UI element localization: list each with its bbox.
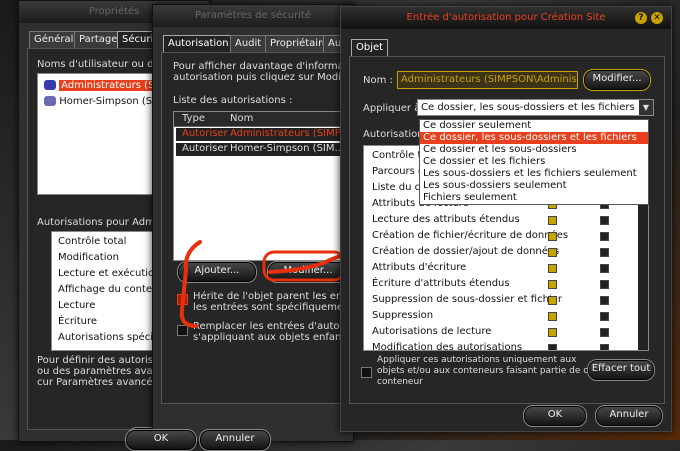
modify-name-button[interactable]: Modifier... [583,69,651,91]
perm-allow-checkbox[interactable] [548,232,557,241]
perm-row: Modification des autorisations [372,342,523,351]
perm-deny-checkbox[interactable] [600,296,609,305]
perm-deny-checkbox[interactable] [600,280,609,289]
perm-allow-checkbox[interactable] [548,344,557,350]
help-button[interactable]: ? [635,12,647,24]
perm-deny-checkbox[interactable] [600,344,609,350]
apply-to-option[interactable]: Ce dossier et les sous-dossiers [420,144,648,156]
perm-deny-checkbox[interactable] [600,328,609,337]
security-settings-window: Paramètres de sécurité Autorisation Audi… [125,4,392,451]
perm-row: Création de fichier/écriture de données [372,230,569,241]
apply-to-option[interactable]: Ce dossier seulement [420,120,648,132]
perm-row: Autorisations de lecture [372,326,492,337]
security-titlebar: Paramètres de sécurité [153,5,353,27]
perm-allow-checkbox[interactable] [548,296,557,305]
acl-row[interactable]: Autoriser Homer-Simpson (SIM... [176,143,352,156]
tab-audit[interactable]: Audit [230,35,267,52]
perm-allow-checkbox[interactable] [548,312,557,321]
properties-title: Propriétés [88,6,140,17]
name-label: Nom : [363,75,393,86]
perm-deny-checkbox[interactable] [600,216,609,225]
apply-to-option[interactable]: Les sous-dossiers et les fichiers seulem… [420,168,648,180]
apply-to-option[interactable]: Les sous-dossiers seulement [420,180,648,192]
dialog-title: Entrée d'autorisation pour Création Site [406,12,606,23]
acl-type: Autoriser [182,143,228,154]
dialog-titlebar: Entrée d'autorisation pour Création Site [341,7,671,29]
chevron-down-icon[interactable]: ▼ [639,100,653,115]
apply-only-checkbox[interactable] [361,367,372,378]
acl-name: Administrateurs (SIMP... [230,128,349,139]
apply-to-option[interactable]: Fichiers seulement [420,192,648,204]
apply-to-select[interactable]: Ce dossier, les sous-dossiers et les fic… [417,99,654,116]
tab-objet[interactable]: Objet [351,39,389,56]
perm-row: Lecture et exécution [58,268,161,279]
perm-row: Contrôle total [58,236,127,247]
security-info: Pour afficher davantage d'information au… [173,61,363,83]
perm-allow-checkbox[interactable] [548,328,557,337]
acl-type: Autoriser [182,128,228,139]
apply-to-option[interactable]: Ce dossier, les sous-dossiers et les fic… [420,132,648,144]
name-field: Administrateurs (SIMPSON\Administrate [397,71,578,89]
perm-row: Lecture [58,300,96,311]
perm-row: Lecture des attributs étendus [372,214,520,225]
apply-to-option[interactable]: Ce dossier et les fichiers [420,156,648,168]
permission-entry-dialog: Entrée d'autorisation pour Création Site… [340,6,672,432]
perm-row: Attributs d'écriture [372,262,467,273]
perm-row: Écriture [58,316,98,327]
clear-all-button[interactable]: Effacer tout [587,359,655,381]
security-ok-button[interactable]: OK [125,429,197,451]
tab-partage[interactable]: Partage [74,31,123,48]
dialog-cancel-button[interactable]: Annuler [595,405,663,427]
perm-row: Écriture d'attributs étendus [372,278,510,289]
col-nom[interactable]: Nom [230,113,253,124]
tab-general[interactable]: Général [29,31,79,48]
perm-row: Modification [58,252,119,263]
red-arrow-annotation [179,240,356,328]
acl-list-label: Liste des autorisations : [173,95,293,106]
col-type[interactable]: Type [182,113,205,124]
perm-deny-checkbox[interactable] [600,248,609,257]
perm-row: Suppression [372,310,434,321]
acl-name: Homer-Simpson (SIM... [230,143,345,154]
perm-allow-checkbox[interactable] [548,216,557,225]
apply-to-value: Ce dossier, les sous-dossiers et les fic… [421,102,635,113]
perm-row: Suppression de sous-dossier et fichier [372,294,562,305]
security-cancel-button[interactable]: Annuler [199,429,271,451]
user-icon [44,96,56,106]
apply-to-dropdown: Ce dossier seulement Ce dossier, les sous… [419,119,649,205]
perm-allow-checkbox[interactable] [548,280,557,289]
perm-deny-checkbox[interactable] [600,264,609,273]
users-group-icon [44,80,56,90]
perm-allow-checkbox[interactable] [548,248,557,257]
dialog-ok-button[interactable]: OK [523,405,587,427]
acl-header: Type Nom [174,112,354,127]
perm-row: Création de dossier/ajout de données [372,246,560,257]
close-button[interactable]: ✕ [651,12,663,24]
perm-deny-checkbox[interactable] [600,232,609,241]
perm-deny-checkbox[interactable] [600,312,609,321]
apply-only-label: Appliquer ces autorisations uniquement a… [377,355,594,387]
acl-row-selected[interactable]: Autoriser Administrateurs (SIMP... [176,128,352,141]
security-title: Paramètres de sécurité [194,10,312,21]
tab-autorisation[interactable]: Autorisation [163,35,234,52]
perm-allow-checkbox[interactable] [548,264,557,273]
